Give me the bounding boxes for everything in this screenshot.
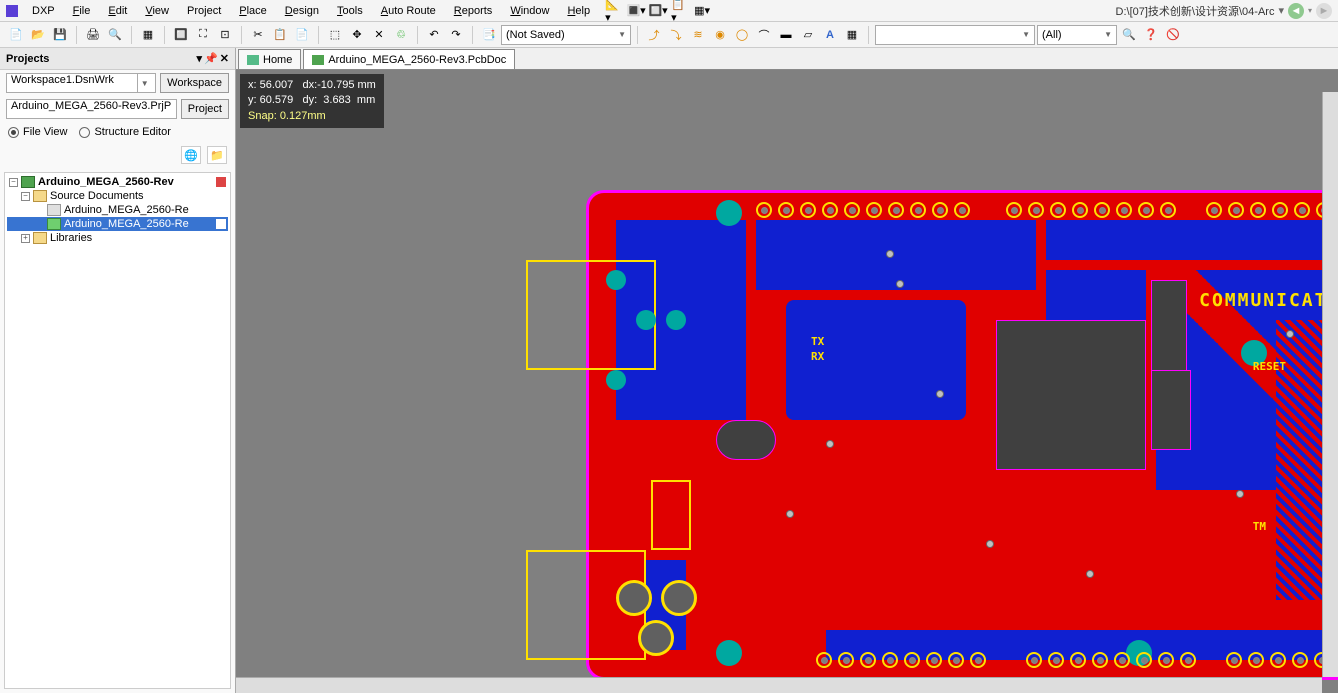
toolbar-icon-5[interactable]: ▦▾: [692, 1, 712, 21]
tree-project-root[interactable]: − Arduino_MEGA_2560-Rev: [7, 175, 228, 189]
browse-icon[interactable]: 📑: [479, 25, 499, 45]
workspace-combo[interactable]: Workspace1.DsnWrk ▼: [6, 73, 156, 93]
snapshot-combo[interactable]: (Not Saved)▼: [501, 25, 631, 45]
projects-panel-title: Projects ▾ 📌 ✕: [0, 48, 235, 70]
arc-icon[interactable]: ⌒: [754, 25, 774, 45]
zoom-area-icon[interactable]: 🔲: [171, 25, 191, 45]
save-icon[interactable]: 💾: [50, 25, 70, 45]
main-toolbar: 📄 📂 💾 🖨 🔍 ▦ 🔲 ⛶ ⊡ ✂ 📋 📄 ⬚ ✥ ✕ ♲ ↶ ↷ 📑 (N…: [0, 22, 1338, 48]
config-icon[interactable]: 📁: [207, 146, 227, 164]
menu-autoroute[interactable]: Auto Route: [373, 2, 444, 20]
silk-reset: RESET: [1253, 360, 1286, 373]
nav-back-button[interactable]: ◄: [1288, 3, 1304, 19]
project-button[interactable]: Project: [181, 99, 229, 119]
component-icon[interactable]: ▦: [842, 25, 862, 45]
redo-icon[interactable]: ↷: [446, 25, 466, 45]
silk-communication: COMMUNICATION: [1199, 290, 1338, 311]
menu-reports[interactable]: Reports: [446, 2, 501, 20]
toolbar-icon-1[interactable]: 📐▾: [604, 1, 624, 21]
horizontal-scrollbar[interactable]: [236, 677, 1322, 693]
close-panel-icon[interactable]: ✕: [220, 52, 229, 65]
helper-icon[interactable]: ❓: [1141, 25, 1161, 45]
silk-rx: RX: [811, 350, 824, 363]
move-icon[interactable]: ✥: [347, 25, 367, 45]
toolbar-icon-2[interactable]: 🔳▾: [626, 1, 646, 21]
project-file-input[interactable]: Arduino_MEGA_2560-Rev3.PrjP: [6, 99, 177, 119]
open-file-icon[interactable]: 📂: [28, 25, 48, 45]
workspace-button[interactable]: Workspace: [160, 73, 229, 93]
string-icon[interactable]: A: [820, 25, 840, 45]
menu-view[interactable]: View: [137, 2, 177, 20]
pcb-doc-icon: [312, 55, 324, 65]
copy-icon[interactable]: 📋: [270, 25, 290, 45]
project-tree[interactable]: − Arduino_MEGA_2560-Rev − Source Documen…: [4, 172, 231, 689]
coordinate-display: x: 56.007 dx:-10.795 mm y: 60.579 dy: 3.…: [240, 74, 384, 128]
route-diff-icon[interactable]: ⤵: [666, 25, 686, 45]
menu-project[interactable]: Project: [179, 2, 229, 20]
projects-panel: Projects ▾ 📌 ✕ Workspace1.DsnWrk ▼ Works…: [0, 48, 236, 693]
tree-libraries[interactable]: + Libraries: [7, 231, 228, 245]
menu-window[interactable]: Window: [502, 2, 557, 20]
print-icon[interactable]: 🖨: [83, 25, 103, 45]
tree-schematic-doc[interactable]: Arduino_MEGA_2560-Re: [7, 203, 228, 217]
nav-forward-button[interactable]: ►: [1316, 3, 1332, 19]
menu-edit[interactable]: Edit: [100, 2, 135, 20]
menu-dxp[interactable]: DXP: [24, 2, 63, 20]
toolbar-icon-3[interactable]: 🔲▾: [648, 1, 668, 21]
menu-design[interactable]: Design: [277, 2, 327, 20]
toolbar-icon-4[interactable]: 📋▾: [670, 1, 690, 21]
menu-help[interactable]: Help: [559, 2, 598, 20]
compile-icon[interactable]: ▦: [138, 25, 158, 45]
tree-pcb-doc[interactable]: Arduino_MEGA_2560-Re: [7, 217, 228, 231]
tab-home[interactable]: Home: [238, 49, 301, 69]
autohide-icon[interactable]: ▾: [197, 52, 203, 65]
paste-icon[interactable]: 📄: [292, 25, 312, 45]
vertical-scrollbar[interactable]: [1322, 92, 1338, 677]
via-icon[interactable]: ◉: [710, 25, 730, 45]
deselect-icon[interactable]: ✕: [369, 25, 389, 45]
zoom-selected-icon[interactable]: ⊡: [215, 25, 235, 45]
home-icon: [247, 55, 259, 65]
pad-icon[interactable]: ◯: [732, 25, 752, 45]
fill-icon[interactable]: ▬: [776, 25, 796, 45]
route-multi-icon[interactable]: ≋: [688, 25, 708, 45]
pcb-editor-canvas[interactable]: x: 56.007 dx:-10.795 mm y: 60.579 dy: 3.…: [236, 70, 1338, 693]
editor-area: Home Arduino_MEGA_2560-Rev3.PcbDoc x: 56…: [236, 48, 1338, 693]
silk-tx: TX: [811, 335, 824, 348]
refresh-icon[interactable]: 🌐: [181, 146, 201, 164]
poly-icon[interactable]: ▱: [798, 25, 818, 45]
menu-file[interactable]: File: [65, 2, 99, 20]
tab-pcb-document[interactable]: Arduino_MEGA_2560-Rev3.PcbDoc: [303, 49, 515, 69]
zoom-fit-icon[interactable]: ⛶: [193, 25, 213, 45]
tree-source-documents[interactable]: − Source Documents: [7, 189, 228, 203]
silk-tm: TM: [1253, 520, 1266, 533]
clear-filter-icon[interactable]: 🚫: [1163, 25, 1183, 45]
pin-icon[interactable]: 📌: [204, 52, 218, 65]
route-icon[interactable]: ⤴: [644, 25, 664, 45]
new-file-icon[interactable]: 📄: [6, 25, 26, 45]
menubar: DXP File Edit View Project Place Design …: [0, 0, 1338, 22]
menu-tools[interactable]: Tools: [329, 2, 371, 20]
undo-icon[interactable]: ↶: [424, 25, 444, 45]
menu-place[interactable]: Place: [231, 2, 275, 20]
clear-icon[interactable]: ♲: [391, 25, 411, 45]
apply-filter-icon[interactable]: 🔍: [1119, 25, 1139, 45]
select-icon[interactable]: ⬚: [325, 25, 345, 45]
filter-scope-combo[interactable]: (All)▼: [1037, 25, 1117, 45]
filter-expr-combo[interactable]: ▼: [875, 25, 1035, 45]
file-view-radio[interactable]: File View: [8, 126, 67, 138]
cut-icon[interactable]: ✂: [248, 25, 268, 45]
pcb-board: COMMUNICATION RESET TM TX RX 22242628303…: [586, 190, 1338, 680]
file-path: D:\[07]技术创新\设计资源\04-Arc: [1116, 3, 1275, 19]
preview-icon[interactable]: 🔍: [105, 25, 125, 45]
app-logo-icon: [6, 5, 18, 17]
document-tabs: Home Arduino_MEGA_2560-Rev3.PcbDoc: [236, 48, 1338, 70]
structure-editor-radio[interactable]: Structure Editor: [79, 126, 170, 138]
